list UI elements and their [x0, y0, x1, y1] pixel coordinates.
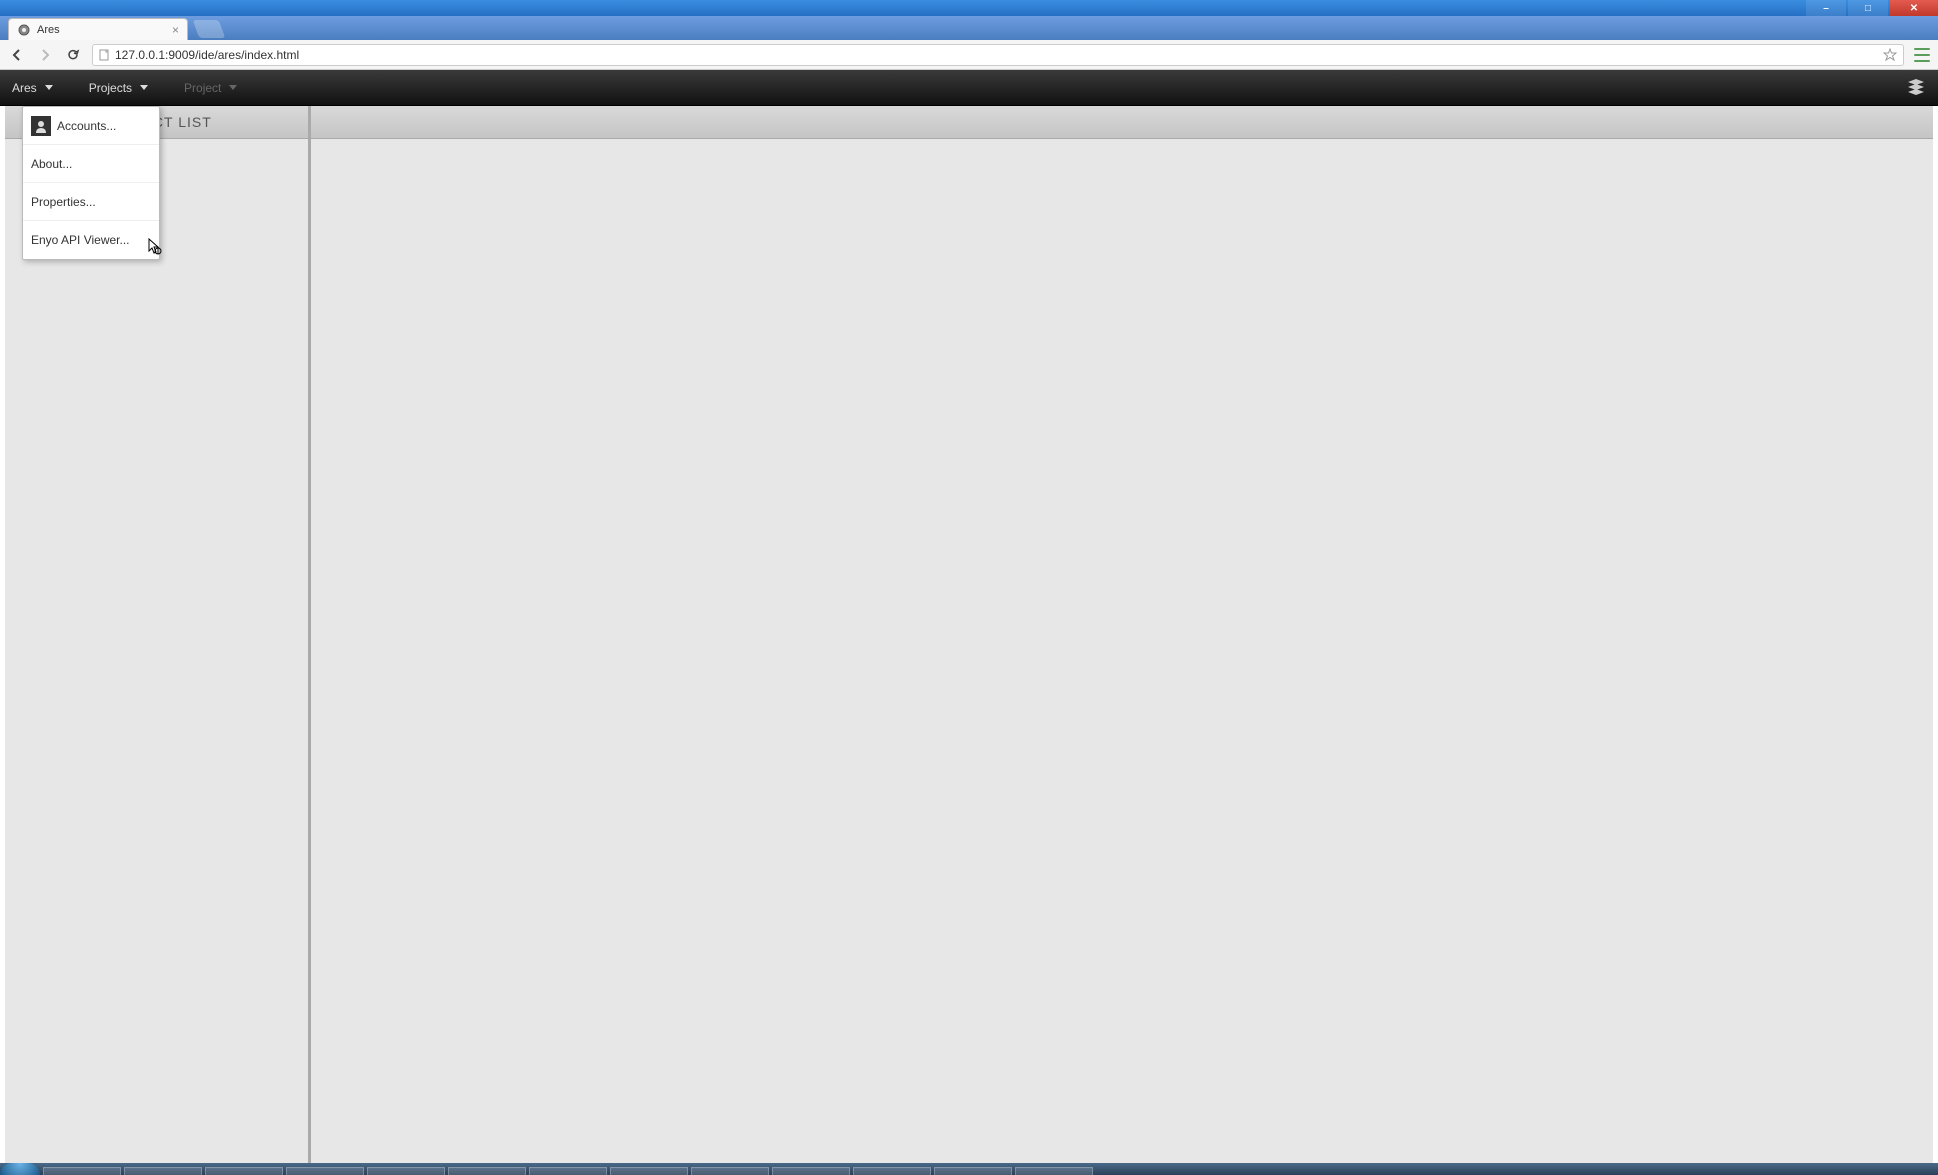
taskbar-item[interactable] [367, 1167, 445, 1175]
taskbar-item[interactable] [448, 1167, 526, 1175]
menu-projects[interactable]: Projects [89, 81, 148, 95]
taskbar-item[interactable] [529, 1167, 607, 1175]
panels-icon[interactable] [1906, 78, 1926, 98]
favicon-icon [17, 23, 31, 37]
chevron-down-icon [229, 85, 237, 90]
window-maximize-button[interactable]: □ [1848, 0, 1888, 16]
sidebar: PROJECT LIST [5, 106, 311, 1163]
dropdown-label: About... [31, 157, 72, 171]
new-tab-button[interactable] [193, 20, 226, 38]
main-area [311, 106, 1933, 1163]
dropdown-label: Enyo API Viewer... [31, 233, 130, 247]
dropdown-item-about[interactable]: About... [23, 145, 159, 183]
dropdown-item-accounts[interactable]: Accounts... [23, 107, 159, 145]
menu-projects-label: Projects [89, 81, 132, 95]
url-text: 127.0.0.1:9009/ide/ares/index.html [115, 48, 1877, 62]
taskbar-item[interactable] [691, 1167, 769, 1175]
tab-title: Ares [37, 24, 60, 36]
chevron-down-icon [45, 85, 53, 90]
app-menubar: Ares Projects Project [0, 70, 1938, 106]
menu-ares-label: Ares [12, 81, 37, 95]
taskbar-item[interactable] [1015, 1167, 1093, 1175]
menu-ares[interactable]: Ares [12, 81, 53, 95]
dropdown-item-enyo-api-viewer[interactable]: Enyo API Viewer... [23, 221, 159, 259]
taskbar-item[interactable] [934, 1167, 1012, 1175]
back-button[interactable] [8, 46, 26, 64]
content-area: PROJECT LIST [5, 106, 1933, 1163]
dropdown-item-properties[interactable]: Properties... [23, 183, 159, 221]
window-minimize-button[interactable]: – [1806, 0, 1846, 16]
maximize-icon: □ [1865, 3, 1871, 14]
browser-toolbar: 127.0.0.1:9009/ide/ares/index.html [0, 40, 1938, 70]
reload-button[interactable] [64, 46, 82, 64]
address-bar[interactable]: 127.0.0.1:9009/ide/ares/index.html [92, 44, 1904, 66]
menu-project: Project [184, 81, 237, 95]
main-header [311, 106, 1933, 139]
window-close-button[interactable]: ✕ [1890, 0, 1938, 16]
page-icon [99, 49, 109, 61]
close-icon: ✕ [1910, 3, 1918, 14]
taskbar-item[interactable] [772, 1167, 850, 1175]
bookmark-star-icon[interactable] [1883, 48, 1897, 62]
taskbar-item[interactable] [610, 1167, 688, 1175]
taskbar-item[interactable] [205, 1167, 283, 1175]
chevron-down-icon [140, 85, 148, 90]
person-icon [31, 116, 51, 136]
windows-taskbar[interactable] [0, 1163, 1938, 1175]
browser-tab-active[interactable]: Ares × [8, 18, 188, 40]
forward-button[interactable] [36, 46, 54, 64]
ares-dropdown-menu: Accounts... About... Properties... Enyo … [22, 106, 160, 260]
windows-titlebar: – □ ✕ [0, 0, 1938, 16]
menu-project-label: Project [184, 81, 221, 95]
taskbar-item[interactable] [286, 1167, 364, 1175]
dropdown-label: Accounts... [57, 119, 116, 133]
taskbar-item[interactable] [43, 1167, 121, 1175]
chrome-menu-button[interactable] [1914, 48, 1930, 62]
dropdown-label: Properties... [31, 195, 96, 209]
tab-close-button[interactable]: × [172, 23, 179, 37]
browser-tab-strip: Ares × [0, 16, 1938, 40]
taskbar-item[interactable] [853, 1167, 931, 1175]
minimize-icon: – [1823, 3, 1829, 14]
taskbar-item[interactable] [124, 1167, 202, 1175]
start-button[interactable] [0, 1163, 40, 1175]
